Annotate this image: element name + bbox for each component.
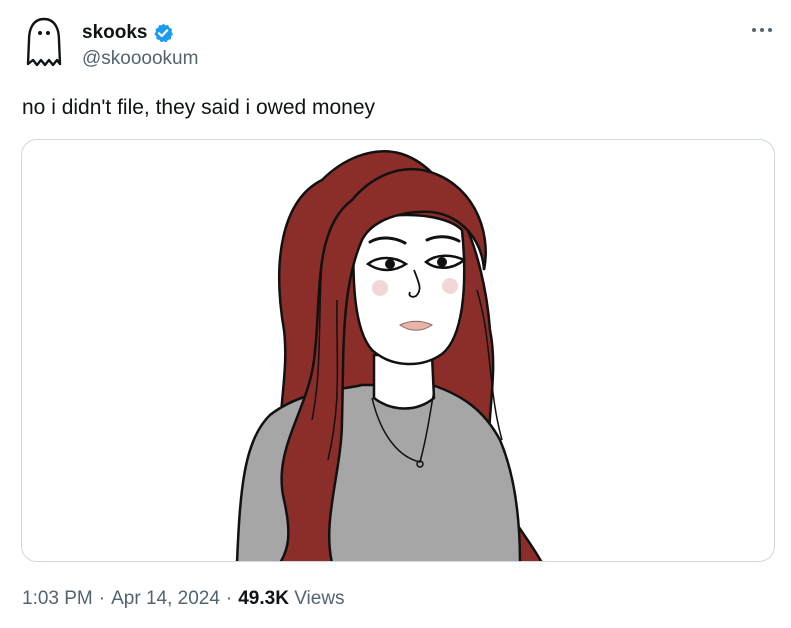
display-name[interactable]: skooks — [82, 22, 147, 44]
handle[interactable]: @skooookum — [82, 48, 198, 70]
views-count[interactable]: 49.3K — [238, 588, 289, 609]
verified-badge-icon[interactable] — [152, 22, 174, 44]
tweet-text: no i didn't file, they said i owed money — [22, 96, 376, 119]
views-label[interactable]: Views — [294, 588, 344, 609]
author-name-row[interactable]: skooks — [82, 22, 174, 44]
tweet-media[interactable] — [21, 139, 775, 562]
separator: · — [98, 588, 106, 609]
tweet-timestamp[interactable]: 1:03 PM · Apr 14, 2024 — [22, 588, 220, 609]
cartoon-woman-illustration — [235, 150, 543, 561]
avatar[interactable] — [22, 16, 66, 72]
tweet-date: Apr 14, 2024 — [111, 588, 220, 609]
tweet-time: 1:03 PM — [22, 588, 93, 609]
ghost-icon — [26, 17, 62, 67]
more-options-icon[interactable] — [748, 20, 776, 40]
separator: · — [225, 588, 233, 609]
tweet-meta: 1:03 PM · Apr 14, 2024 · 49.3K Views — [22, 588, 345, 610]
